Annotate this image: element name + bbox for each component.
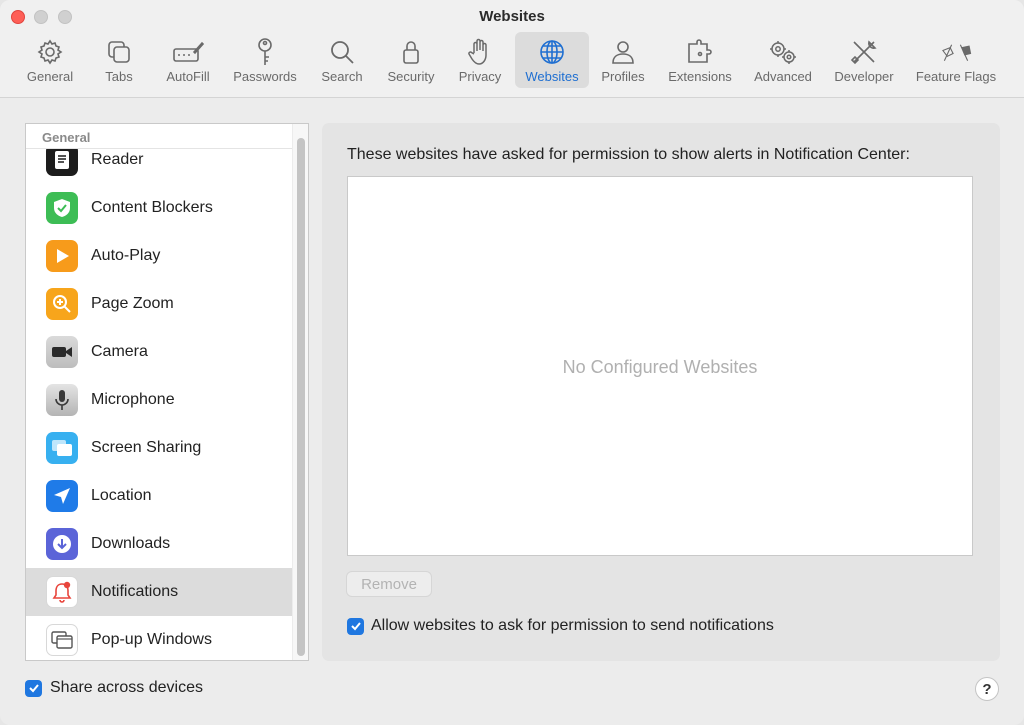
checkmark-icon: [350, 622, 361, 631]
tools-icon: [848, 36, 880, 68]
tab-feature-flags[interactable]: Feature Flags: [908, 32, 1004, 88]
tab-general[interactable]: General: [22, 32, 78, 88]
sidebar-item-pop-up-windows[interactable]: Pop-up Windows: [26, 616, 292, 660]
tab-tabs[interactable]: Tabs: [96, 32, 142, 88]
allow-notifications-option[interactable]: Allow websites to ask for permission to …: [347, 617, 774, 635]
window-title: Websites: [479, 8, 545, 25]
autofill-icon: [172, 36, 204, 68]
help-button[interactable]: ?: [975, 677, 999, 701]
tab-privacy[interactable]: Privacy: [452, 32, 508, 88]
tab-developer[interactable]: Developer: [828, 32, 900, 88]
tab-extensions[interactable]: Extensions: [662, 32, 738, 88]
sidebar-item-microphone[interactable]: Microphone: [26, 376, 292, 424]
gear-icon: [34, 36, 66, 68]
notifications-panel: These websites have asked for permission…: [322, 123, 1000, 661]
zoom-icon: [46, 288, 78, 320]
sidebar-item-downloads[interactable]: Downloads: [26, 520, 292, 568]
camera-icon: [46, 336, 78, 368]
titlebar: Websites General Tabs AutoFill Passwords…: [0, 0, 1024, 98]
screen-sharing-icon: [46, 432, 78, 464]
sidebar-item-label: Notifications: [91, 583, 179, 600]
sidebar-item-notifications[interactable]: Notifications: [26, 568, 292, 616]
search-icon: [326, 36, 358, 68]
key-icon: [249, 36, 281, 68]
panel-description: These websites have asked for permission…: [347, 146, 910, 163]
sidebar-scrollbar[interactable]: [292, 124, 308, 660]
tabs-icon: [103, 36, 135, 68]
share-across-devices-label: Share across devices: [50, 679, 203, 696]
allow-notifications-label: Allow websites to ask for permission to …: [371, 617, 774, 634]
flags-icon: [940, 36, 972, 68]
empty-state-text: No Configured Websites: [562, 357, 758, 377]
websites-list[interactable]: No Configured Websites: [347, 176, 973, 556]
person-icon: [607, 36, 639, 68]
sidebar-item-content-blockers[interactable]: Content Blockers: [26, 184, 292, 232]
allow-notifications-checkbox[interactable]: [347, 617, 364, 635]
sidebar-item-label: Location: [91, 487, 152, 504]
sidebar-item-camera[interactable]: Camera: [26, 328, 292, 376]
download-icon: [46, 528, 78, 560]
popup-windows-icon: [46, 624, 78, 656]
sidebar-scroll-thumb[interactable]: [297, 138, 305, 656]
sidebar-item-screen-sharing[interactable]: Screen Sharing: [26, 424, 292, 472]
preferences-window: Websites General Tabs AutoFill Passwords…: [0, 0, 1024, 725]
sidebar-item-label: Auto-Play: [91, 247, 161, 264]
puzzle-icon: [684, 36, 716, 68]
share-across-devices-checkbox[interactable]: [25, 679, 42, 697]
sidebar-item-label: Pop-up Windows: [91, 631, 212, 648]
sidebar-item-label: Reader: [91, 151, 144, 168]
shield-check-icon: [46, 192, 78, 224]
sidebar-item-label: Downloads: [91, 535, 171, 552]
sidebar-item-label: Camera: [91, 343, 148, 360]
tab-autofill[interactable]: AutoFill: [160, 32, 216, 88]
location-arrow-icon: [46, 480, 78, 512]
sidebar-section-header: General: [26, 124, 294, 149]
sidebar-item-auto-play[interactable]: Auto-Play: [26, 232, 292, 280]
settings-sidebar[interactable]: Reader General Content Blockers Auto-Pla…: [25, 123, 309, 661]
sidebar-item-label: Microphone: [91, 391, 175, 408]
preferences-toolbar: General Tabs AutoFill Passwords Search S…: [0, 32, 1024, 90]
gears-icon: [767, 36, 799, 68]
play-icon: [46, 240, 78, 272]
sidebar-item-label: Page Zoom: [91, 295, 174, 312]
tab-advanced[interactable]: Advanced: [746, 32, 820, 88]
tab-websites[interactable]: Websites: [515, 32, 589, 88]
microphone-icon: [46, 384, 78, 416]
bell-icon: [46, 576, 78, 608]
globe-icon: [536, 36, 568, 68]
sidebar-item-page-zoom[interactable]: Page Zoom: [26, 280, 292, 328]
tab-search[interactable]: Search: [314, 32, 370, 88]
sidebar-item-label: Content Blockers: [91, 199, 213, 216]
remove-button[interactable]: Remove: [346, 571, 432, 597]
lock-icon: [395, 36, 427, 68]
hand-icon: [464, 36, 496, 68]
checkmark-icon: [28, 684, 39, 693]
tab-passwords[interactable]: Passwords: [226, 32, 304, 88]
sidebar-item-location[interactable]: Location: [26, 472, 292, 520]
sidebar-item-label: Screen Sharing: [91, 439, 202, 456]
tab-security[interactable]: Security: [380, 32, 442, 88]
share-across-devices-option[interactable]: Share across devices: [25, 679, 203, 697]
tab-profiles[interactable]: Profiles: [596, 32, 650, 88]
